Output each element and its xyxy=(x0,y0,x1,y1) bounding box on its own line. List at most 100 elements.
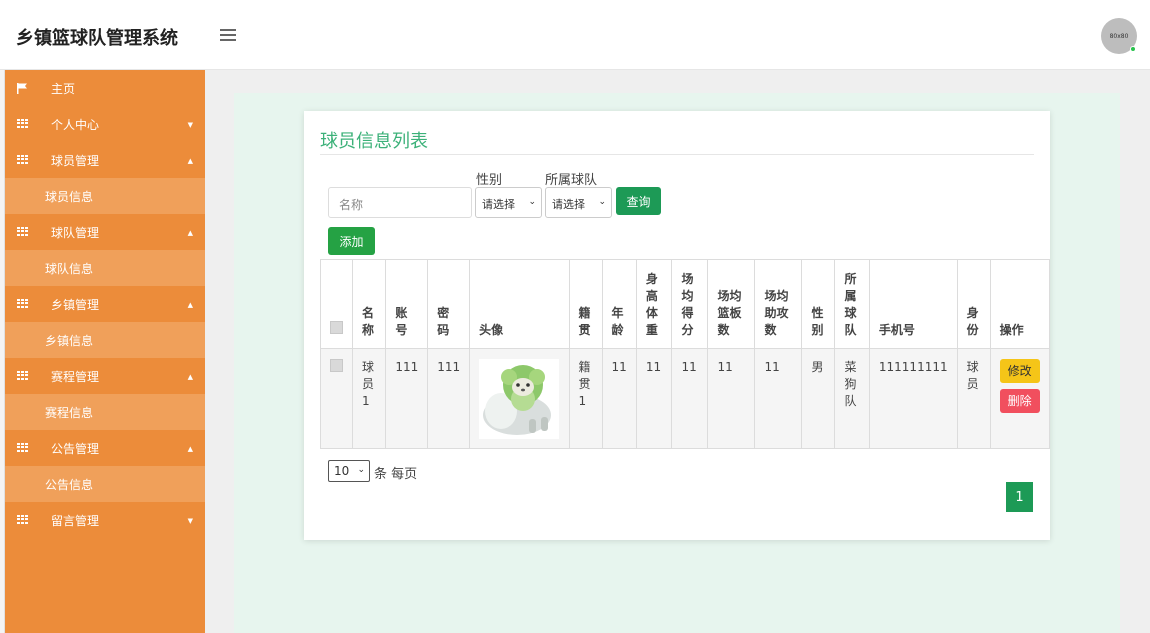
table-header-row: 名称 账号 密码 头像 籍贯 年龄 身高体重 场均得分 场均篮板数 场均助攻数 … xyxy=(320,259,1051,349)
grid-icon xyxy=(17,227,29,237)
cell-height-weight: 11 xyxy=(635,348,673,449)
column-header-avg-points: 场均得分 xyxy=(671,259,709,349)
caret-up-icon: ▲ xyxy=(187,301,193,309)
player-table: 名称 账号 密码 头像 籍贯 年龄 身高体重 场均得分 场均篮板数 场均助攻数 … xyxy=(320,259,1051,449)
grid-icon xyxy=(17,299,29,309)
caret-up-icon: ▲ xyxy=(187,157,193,165)
sidebar-item-label: 公告信息 xyxy=(45,477,94,492)
player-avatar-image xyxy=(479,359,560,439)
column-header-phone: 手机号 xyxy=(868,259,958,349)
sidebar-subitem-team-info[interactable]: 球队信息 xyxy=(5,250,205,286)
sidebar-item-home[interactable]: 主页 xyxy=(5,70,205,106)
page-button-current[interactable]: 1 xyxy=(1006,482,1033,512)
cell-team: 菜狗队 xyxy=(834,348,870,449)
column-header-avg-rebounds: 场均篮板数 xyxy=(707,259,756,349)
caret-up-icon: ▲ xyxy=(187,445,193,453)
sidebar-item-town-management[interactable]: 乡镇管理 ▲ xyxy=(5,286,205,322)
grid-icon xyxy=(17,119,29,129)
sidebar-item-label: 乡镇信息 xyxy=(45,333,94,348)
grid-icon xyxy=(17,371,29,381)
top-navbar: 乡镇篮球队管理系统 80x80 xyxy=(0,0,1150,70)
sidebar: 主页 个人中心 ▼ 球员管理 ▲ 球员信息 球队管理 ▲ 球队信息 乡镇管理 ▲… xyxy=(5,70,205,633)
cell-name: 球员1 xyxy=(351,348,387,449)
app-title: 乡镇篮球队管理系统 xyxy=(16,28,178,49)
avatar-placeholder-text: 80x80 xyxy=(1109,32,1129,40)
page-size-value: 10 xyxy=(334,464,350,478)
team-select-value: 请选择 xyxy=(552,198,585,211)
sidebar-subitem-player-info[interactable]: 球员信息 xyxy=(5,178,205,214)
column-header-age: 年龄 xyxy=(601,259,637,349)
edit-button[interactable]: 修改 xyxy=(999,359,1040,383)
gender-select[interactable]: 请选择 ⌄ xyxy=(475,187,542,218)
add-button[interactable]: 添加 xyxy=(328,227,375,255)
page-size-suffix: 条 每页 xyxy=(374,467,418,482)
column-header-account: 账号 xyxy=(385,259,429,349)
cell-avatar xyxy=(469,348,570,449)
caret-down-icon: ▼ xyxy=(187,517,193,525)
cell-origin: 籍贯1 xyxy=(568,348,603,449)
sidebar-item-label: 球员信息 xyxy=(45,189,94,204)
row-checkbox[interactable] xyxy=(330,359,343,372)
column-header-actions: 操作 xyxy=(989,259,1051,349)
sidebar-subitem-notice-info[interactable]: 公告信息 xyxy=(5,466,205,502)
player-list-card: 球员信息列表 名称 性别 请选择 ⌄ 所属球队 请选择 ⌄ 查询 添加 名称 账… xyxy=(304,111,1051,540)
sidebar-item-player-management[interactable]: 球员管理 ▲ xyxy=(5,142,205,178)
select-all-checkbox[interactable] xyxy=(330,321,343,334)
online-status-dot xyxy=(1130,46,1136,52)
grid-icon xyxy=(17,515,29,525)
sidebar-item-label: 乡镇管理 xyxy=(51,297,100,312)
sidebar-item-label: 赛程信息 xyxy=(45,405,94,420)
name-search-input[interactable]: 名称 xyxy=(328,187,472,218)
caret-down-icon: ▼ xyxy=(187,121,193,129)
column-header-gender: 性别 xyxy=(801,259,836,349)
sidebar-subitem-town-info[interactable]: 乡镇信息 xyxy=(5,322,205,358)
sidebar-item-schedule-management[interactable]: 赛程管理 ▲ xyxy=(5,358,205,394)
caret-up-icon: ▲ xyxy=(187,373,193,381)
user-avatar[interactable]: 80x80 xyxy=(1101,18,1137,54)
cell-actions: 修改 删除 xyxy=(989,348,1051,449)
cell-avg-rebounds: 11 xyxy=(707,348,756,449)
sidebar-subitem-schedule-info[interactable]: 赛程信息 xyxy=(5,394,205,430)
chevron-down-icon: ⌄ xyxy=(528,197,536,207)
chevron-down-icon: ⌄ xyxy=(598,197,606,207)
flag-icon xyxy=(17,83,29,94)
team-select[interactable]: 请选择 ⌄ xyxy=(545,187,612,218)
caret-up-icon: ▲ xyxy=(187,229,193,237)
delete-button[interactable]: 删除 xyxy=(999,389,1040,413)
column-header-role: 身份 xyxy=(956,259,991,349)
sidebar-item-team-management[interactable]: 球队管理 ▲ xyxy=(5,214,205,250)
title-divider xyxy=(320,154,1034,155)
grid-icon xyxy=(17,155,29,165)
gender-filter-label: 性别 xyxy=(476,173,503,188)
sidebar-item-notice-management[interactable]: 公告管理 ▲ xyxy=(5,430,205,466)
cell-gender: 男 xyxy=(801,348,836,449)
sidebar-item-personal-center[interactable]: 个人中心 ▼ xyxy=(5,106,205,142)
sidebar-item-label: 公告管理 xyxy=(51,441,100,456)
cell-account: 111 xyxy=(385,348,429,449)
hamburger-menu-icon[interactable] xyxy=(220,29,236,41)
sidebar-item-label: 赛程管理 xyxy=(51,369,100,384)
grid-icon xyxy=(17,443,29,453)
page-title: 球员信息列表 xyxy=(320,131,428,152)
sidebar-item-label: 个人中心 xyxy=(51,117,100,132)
sidebar-item-label: 球队信息 xyxy=(45,261,94,276)
page-size-select[interactable]: 10 ⌄ xyxy=(328,460,370,482)
column-header-height-weight: 身高体重 xyxy=(635,259,673,349)
gender-select-value: 请选择 xyxy=(482,198,515,211)
sidebar-item-label: 主页 xyxy=(51,81,76,96)
column-header-avg-assists: 场均助攻数 xyxy=(754,259,803,349)
cell-phone: 111111111 xyxy=(868,348,958,449)
column-header-team: 所属球队 xyxy=(834,259,870,349)
column-header-avatar: 头像 xyxy=(469,259,570,349)
column-header-password: 密码 xyxy=(427,259,471,349)
team-filter-label: 所属球队 xyxy=(545,173,598,188)
cell-role: 球员 xyxy=(956,348,991,449)
cell-avg-assists: 11 xyxy=(754,348,803,449)
query-button[interactable]: 查询 xyxy=(616,187,661,215)
column-header-origin: 籍贯 xyxy=(568,259,603,349)
sidebar-item-message-management[interactable]: 留言管理 ▼ xyxy=(5,502,205,538)
sidebar-item-label: 留言管理 xyxy=(51,513,100,528)
sidebar-item-label: 球队管理 xyxy=(51,225,100,240)
sidebar-item-label: 球员管理 xyxy=(51,153,100,168)
cell-avg-points: 11 xyxy=(671,348,709,449)
